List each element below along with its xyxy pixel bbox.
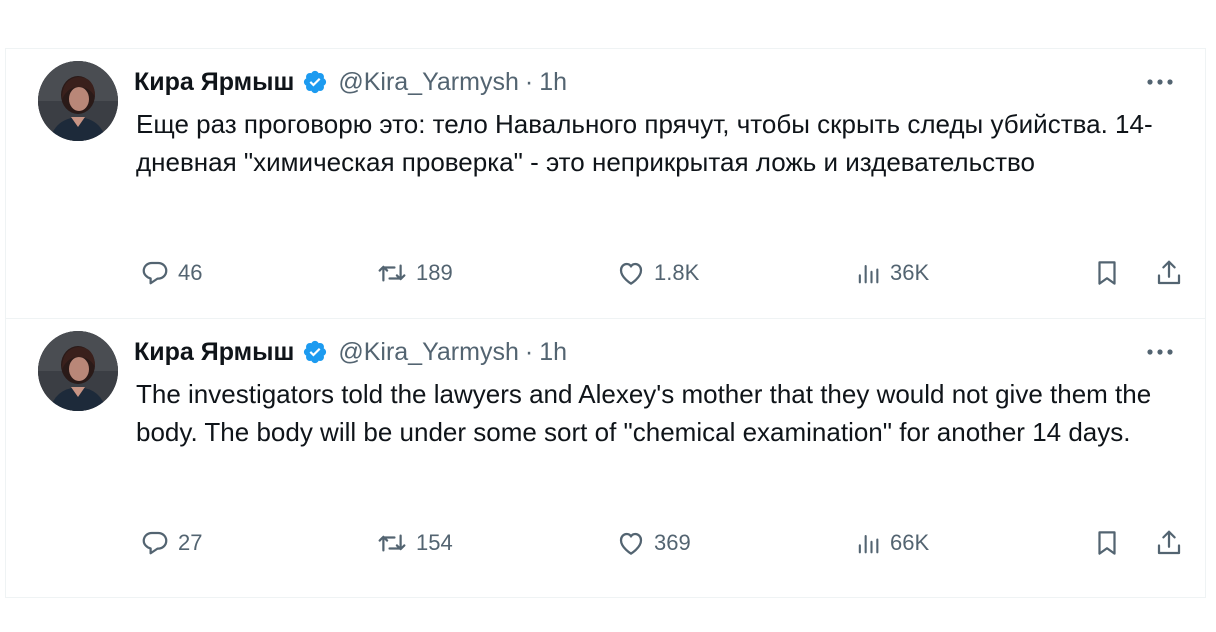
reply-bubble-icon <box>142 261 168 285</box>
share-button[interactable] <box>1154 253 1184 293</box>
more-horizontal-icon <box>1147 349 1173 355</box>
more-options-button[interactable] <box>1143 341 1177 363</box>
header-separator: · <box>524 67 534 96</box>
tweet-header: Кира Ярмыш @Kira_Yarmysh · 1h <box>134 65 567 99</box>
retweet-button[interactable]: 154 <box>376 523 453 563</box>
verified-badge-icon <box>302 339 328 365</box>
views-button[interactable]: 36K <box>854 253 929 293</box>
views-count: 66K <box>890 530 930 555</box>
tweet[interactable]: Кира Ярмыш @Kira_Yarmysh · 1h Еще раз пр… <box>6 48 1205 318</box>
more-options-button[interactable] <box>1143 71 1177 93</box>
tweet-header: Кира Ярмыш @Kira_Yarmysh · 1h <box>134 335 567 369</box>
reply-count: 46 <box>178 260 203 285</box>
author-handle[interactable]: @Kira_Yarmysh <box>338 338 519 367</box>
author-handle[interactable]: @Kira_Yarmysh <box>338 68 519 97</box>
bookmark-icon <box>1098 261 1116 285</box>
feed-right-border <box>1205 48 1206 598</box>
reply-button[interactable]: 46 <box>140 253 202 293</box>
share-upload-icon <box>1157 260 1181 285</box>
share-button[interactable] <box>1154 523 1184 563</box>
like-button[interactable]: 369 <box>616 523 691 563</box>
tweet-timestamp[interactable]: 1h <box>539 338 567 367</box>
retweet-icon <box>378 264 406 282</box>
tweet-actions: 27 154 369 66K <box>140 523 1186 563</box>
bookmark-icon <box>1098 531 1116 555</box>
share-upload-icon <box>1157 530 1181 555</box>
author-name[interactable]: Кира Ярмыш <box>134 338 294 367</box>
like-count: 369 <box>654 530 691 555</box>
tweet-timestamp[interactable]: 1h <box>539 68 567 97</box>
avatar[interactable] <box>38 61 118 141</box>
author-name[interactable]: Кира Ярмыш <box>134 68 294 97</box>
reply-button[interactable]: 27 <box>140 523 202 563</box>
retweet-count: 189 <box>416 260 453 285</box>
heart-icon <box>619 532 643 555</box>
like-count: 1.8K <box>654 260 700 285</box>
avatar[interactable] <box>38 331 118 411</box>
like-button[interactable]: 1.8K <box>616 253 699 293</box>
bookmark-button[interactable] <box>1092 523 1122 563</box>
views-bar-chart-icon <box>858 534 879 554</box>
retweet-icon <box>378 534 406 552</box>
retweet-count: 154 <box>416 530 453 555</box>
tweet-actions: 46 189 1.8K 36K <box>140 253 1186 293</box>
heart-icon <box>619 262 643 285</box>
tweet-text: The investigators told the lawyers and A… <box>136 379 1159 447</box>
verified-badge-icon <box>302 69 328 95</box>
views-count: 36K <box>890 260 930 285</box>
retweet-button[interactable]: 189 <box>376 253 453 293</box>
reply-count: 27 <box>178 530 203 555</box>
avatar-photo <box>38 331 118 411</box>
tweet-feed: Кира Ярмыш @Kira_Yarmysh · 1h Еще раз пр… <box>0 0 1216 632</box>
tweet[interactable]: Кира Ярмыш @Kira_Yarmysh · 1h The invest… <box>6 318 1205 598</box>
tweet-text: Еще раз проговорю это: тело Навального п… <box>136 109 1153 177</box>
more-horizontal-icon <box>1147 79 1173 85</box>
avatar-photo <box>38 61 118 141</box>
views-button[interactable]: 66K <box>854 523 929 563</box>
reply-bubble-icon <box>142 531 168 555</box>
views-bar-chart-icon <box>858 264 879 284</box>
bookmark-button[interactable] <box>1092 253 1122 293</box>
header-separator: · <box>524 337 534 366</box>
